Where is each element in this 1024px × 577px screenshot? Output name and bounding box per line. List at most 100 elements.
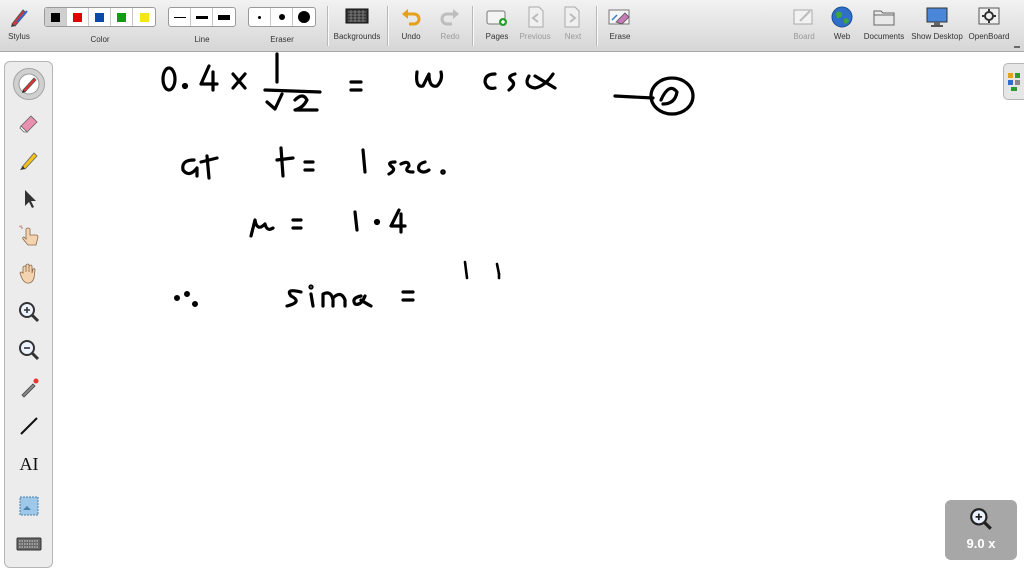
backgrounds-button[interactable]: Backgrounds: [330, 0, 384, 52]
library-icon: [1008, 72, 1020, 91]
stylus-label: Stylus: [8, 32, 30, 41]
next-page-button[interactable]: Next: [557, 0, 589, 52]
eraser-label: Eraser: [270, 35, 294, 44]
pages-button[interactable]: Pages: [481, 0, 513, 52]
zoom-in-tool[interactable]: [13, 296, 45, 328]
board-icon: [791, 4, 817, 30]
hand-icon: [19, 263, 36, 284]
zoom-out-tool[interactable]: [13, 334, 45, 366]
color-swatch-green: [117, 12, 126, 22]
zoom-indicator[interactable]: 9.0 x: [945, 500, 1017, 560]
color-swatch-yellow: [139, 12, 149, 22]
erase-button[interactable]: Erase: [605, 0, 635, 52]
color-red[interactable]: [67, 8, 89, 26]
equation-fragment: [463, 260, 501, 280]
openboard-label: OpenBoard: [968, 32, 1010, 41]
toolbar-divider: [596, 6, 597, 46]
line-medium[interactable]: [191, 8, 213, 26]
line-icon: [20, 417, 38, 435]
board-label: Board: [793, 32, 815, 41]
documents-button[interactable]: Documents: [862, 0, 906, 52]
interact-tool[interactable]: [13, 220, 45, 252]
web-label: Web: [833, 32, 851, 41]
capture-tool[interactable]: [13, 490, 45, 522]
backgrounds-label: Backgrounds: [333, 32, 381, 41]
next-page-icon: [560, 4, 586, 30]
keyboard-tool[interactable]: [13, 528, 45, 560]
laser-pointer-tool[interactable]: [13, 372, 45, 404]
globe-icon: [829, 4, 855, 30]
board-button[interactable]: Board: [789, 0, 819, 52]
eraser-tool[interactable]: [13, 106, 45, 138]
redo-label: Redo: [440, 32, 460, 41]
undo-label: Undo: [401, 32, 421, 41]
line-thick-icon: [218, 14, 230, 20]
zoom-in-icon: [19, 302, 40, 323]
documents-label: Documents: [863, 32, 905, 41]
eraser-small[interactable]: [249, 8, 271, 26]
toolbar-divider: [327, 6, 328, 46]
eraser-large[interactable]: [293, 8, 315, 26]
capture-icon: [19, 496, 39, 516]
eraser-medium[interactable]: [271, 8, 293, 26]
line-thick[interactable]: [213, 8, 235, 26]
equation-line-4: [173, 284, 415, 308]
pen-tool[interactable]: [13, 68, 45, 100]
text-tool-label: AI: [19, 453, 39, 474]
color-black[interactable]: [45, 8, 67, 26]
eraser-large-icon: [298, 11, 310, 23]
minimize-icon[interactable]: [1012, 38, 1022, 48]
undo-icon: [398, 4, 424, 30]
stylus-button[interactable]: Stylus: [4, 0, 34, 52]
erase-label: Erase: [609, 32, 631, 41]
text-tool[interactable]: AI: [13, 448, 45, 480]
next-label: Next: [564, 32, 582, 41]
undo-button[interactable]: Undo: [396, 0, 426, 52]
toolbar-divider: [472, 6, 473, 46]
web-button[interactable]: Web: [827, 0, 857, 52]
marker-icon: [20, 152, 38, 170]
equation-line-3: [249, 208, 407, 238]
line-label: Line: [194, 35, 210, 44]
settings-gear-icon: [976, 4, 1002, 30]
interact-icon: [18, 224, 39, 246]
line-medium-icon: [195, 15, 208, 19]
tool-sidebar: AI: [4, 61, 53, 568]
eraser-medium-icon: [278, 14, 285, 20]
show-desktop-button[interactable]: Show Desktop: [910, 0, 964, 52]
line-width-selector: [168, 7, 236, 27]
handwriting-layer: [161, 52, 695, 308]
color-label: Color: [90, 35, 110, 44]
hand-tool[interactable]: [13, 258, 45, 290]
color-green[interactable]: [111, 8, 133, 26]
line-thin[interactable]: [169, 8, 191, 26]
selector-tool[interactable]: [13, 182, 45, 214]
show-desktop-label: Show Desktop: [911, 32, 963, 41]
color-palette: [44, 7, 156, 27]
erase-board-icon: [607, 4, 633, 30]
main-toolbar: Stylus Color Line Eraser Backgrounds Und…: [0, 0, 1024, 52]
pen-icon: [18, 73, 40, 95]
equation-line-1: [161, 52, 695, 116]
eraser-icon: [19, 115, 38, 133]
eraser-small-icon: [258, 15, 261, 19]
previous-page-button[interactable]: Previous: [517, 0, 553, 52]
whiteboard-canvas[interactable]: [55, 52, 1000, 572]
add-page-icon: [484, 4, 510, 30]
redo-icon: [437, 4, 463, 30]
line-thin-icon: [173, 16, 186, 18]
zoom-out-icon: [19, 340, 40, 361]
monitor-icon: [924, 4, 950, 30]
redo-button[interactable]: Redo: [435, 0, 465, 52]
marker-tool[interactable]: [13, 144, 45, 176]
library-panel-tab[interactable]: [1003, 63, 1024, 100]
zoom-level: 9.0 x: [966, 536, 996, 551]
previous-label: Previous: [519, 32, 551, 41]
line-tool[interactable]: [13, 410, 45, 442]
color-blue[interactable]: [89, 8, 111, 26]
openboard-button[interactable]: OpenBoard: [966, 0, 1012, 52]
keyboard-icon: [16, 537, 42, 551]
color-yellow[interactable]: [133, 8, 155, 26]
toolbar-divider: [387, 6, 388, 46]
laser-pointer-icon: [21, 378, 39, 398]
